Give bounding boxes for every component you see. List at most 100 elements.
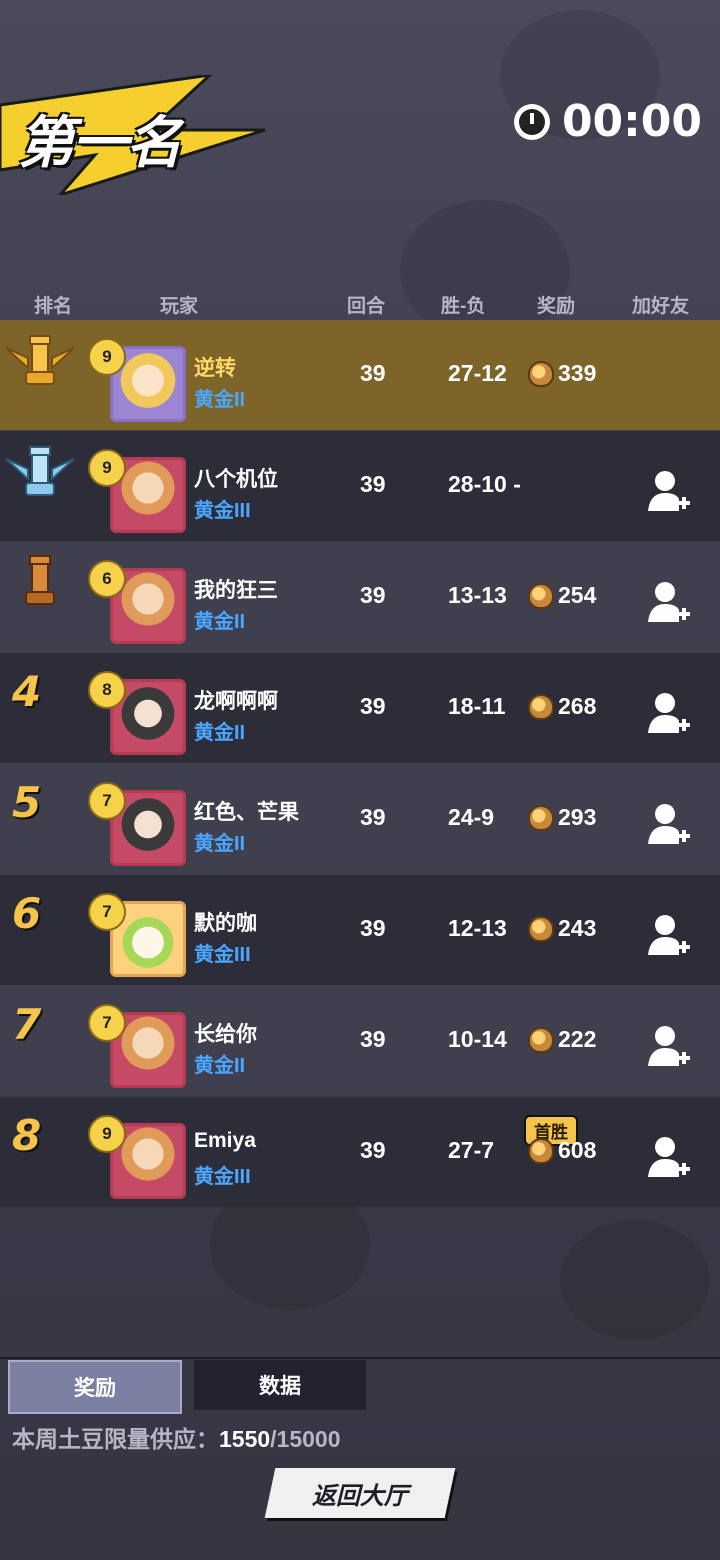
level-badge: 7	[88, 1004, 126, 1042]
rounds-value: 39	[360, 1137, 386, 1163]
header-add-friend: 加好友	[632, 296, 690, 317]
potato-icon	[528, 1026, 554, 1053]
level-badge: 8	[88, 671, 126, 709]
potato-icon	[528, 804, 554, 831]
rounds-value: 39	[360, 1026, 386, 1052]
potato-icon	[528, 360, 554, 387]
timer-text: 00:00	[561, 96, 702, 147]
player-name: 长给你	[194, 1023, 257, 1046]
win-loss-value: 24-9	[448, 804, 495, 830]
potato-icon	[528, 582, 554, 609]
bronze-rook-trophy-icon	[25, 555, 55, 605]
add-friend-icon[interactable]	[646, 578, 692, 624]
table-row[interactable]: 4 8 龙啊啊啊 黄金II 39 18-11 268	[0, 653, 720, 763]
player-tier: 黄金II	[194, 1055, 246, 1077]
player-name: Emiya	[194, 1129, 256, 1152]
player-tier: 黄金III	[194, 500, 251, 522]
player-avatar[interactable]: 9	[88, 449, 188, 533]
add-friend-icon[interactable]	[646, 689, 692, 735]
add-friend-icon[interactable]	[646, 1133, 692, 1179]
potato-supply: 本周土豆限量供应：1550/15000	[12, 1420, 341, 1454]
player-tier: 黄金II	[194, 833, 246, 855]
rank-number: 7	[12, 1000, 42, 1049]
player-avatar[interactable]: 9	[88, 1115, 188, 1199]
win-loss-value: 27-7	[448, 1137, 495, 1163]
page-title: 第一名	[18, 111, 182, 176]
return-lobby-button[interactable]: 返回大厅	[264, 1468, 456, 1518]
rounds-value: 39	[360, 360, 386, 386]
win-loss-value: 12-13	[448, 915, 507, 941]
reward-value: -	[513, 471, 521, 497]
player-avatar[interactable]: 7	[88, 893, 188, 977]
level-badge: 9	[88, 1115, 126, 1153]
header-rank: 排名	[34, 296, 73, 317]
table-row[interactable]: 5 7 红色、芒果 黄金II 39 24-9 293	[0, 764, 720, 874]
potato-icon	[528, 915, 554, 942]
reward-value: 268	[558, 693, 597, 719]
add-friend-icon[interactable]	[646, 1022, 692, 1068]
player-name: 龙啊啊啊	[194, 690, 278, 713]
supply-current: 1550	[219, 1426, 271, 1452]
reward: 243	[528, 915, 596, 942]
player-avatar[interactable]: 8	[88, 671, 188, 755]
win-loss-value: 18-11	[448, 693, 506, 719]
gold-rook-trophy-icon	[5, 335, 75, 385]
player-avatar[interactable]: 7	[88, 1004, 188, 1088]
add-friend-icon[interactable]	[646, 800, 692, 846]
player-name: 八个机位	[194, 468, 278, 491]
reward-value: 293	[558, 804, 597, 830]
reward: 293	[528, 804, 596, 831]
player-name: 我的狂三	[194, 579, 278, 602]
divider	[0, 1357, 720, 1359]
win-loss-value: 28-10 -	[448, 471, 521, 498]
rounds-value: 39	[360, 582, 386, 608]
supply-total: /15000	[270, 1426, 341, 1452]
reward-value: 254	[558, 582, 597, 608]
reward-value: 222	[558, 1026, 597, 1052]
level-badge: 7	[88, 782, 126, 820]
reward: 608	[528, 1137, 596, 1164]
tab-reward[interactable]: 奖励	[8, 1360, 182, 1414]
level-badge: 9	[88, 338, 126, 376]
player-avatar[interactable]: 9	[88, 338, 188, 422]
table-row[interactable]: 9 八个机位 黄金III 39 28-10 -	[0, 431, 720, 541]
add-friend-icon[interactable]	[646, 911, 692, 957]
header-win-loss: 胜-负	[441, 296, 486, 317]
player-tier: 黄金II	[194, 389, 246, 411]
reward: 222	[528, 1026, 596, 1053]
win-loss-value: 10-14	[448, 1026, 507, 1052]
background-decoration	[400, 200, 570, 340]
reward: 339	[528, 360, 596, 387]
potato-icon	[528, 1137, 554, 1164]
player-name: 默的咖	[194, 912, 257, 935]
win-loss-value: 27-12	[448, 360, 507, 386]
table-row[interactable]: 8 9 Emiya 黄金III 39 27-7 首胜 608	[0, 1097, 720, 1207]
player-avatar[interactable]: 7	[88, 782, 188, 866]
return-lobby-label: 返回大厅	[312, 1482, 408, 1510]
player-tier: 黄金II	[194, 611, 246, 633]
reward: 254	[528, 582, 596, 609]
player-name: 逆转	[194, 357, 236, 380]
table-row[interactable]: 6 7 默的咖 黄金III 39 12-13 243	[0, 875, 720, 985]
rounds-value: 39	[360, 471, 386, 497]
table-row[interactable]: 7 7 长给你 黄金II 39 10-14 222	[0, 986, 720, 1096]
player-name: 红色、芒果	[194, 801, 299, 824]
header-rounds: 回合	[347, 296, 386, 317]
rank-number: 8	[12, 1111, 42, 1160]
table-row[interactable]: 6 我的狂三 黄金II 39 13-13 254	[0, 542, 720, 652]
table-row[interactable]: 9 逆转 黄金II 39 27-12 339	[0, 320, 720, 430]
player-tier: 黄金III	[194, 1166, 251, 1188]
column-headers: 排名 玩家 回合 胜-负 奖励 加好友	[0, 291, 720, 319]
rounds-value: 39	[360, 915, 386, 941]
timer: 00:00	[513, 96, 702, 147]
add-friend-icon[interactable]	[646, 467, 692, 513]
player-avatar[interactable]: 6	[88, 560, 188, 644]
background-decoration	[560, 1220, 710, 1340]
player-tier: 黄金II	[194, 722, 246, 744]
rank-number: 5	[12, 778, 42, 827]
rounds-value: 39	[360, 804, 386, 830]
rank-number: 4	[12, 667, 42, 716]
tab-data[interactable]: 数据	[194, 1360, 366, 1410]
level-badge: 7	[88, 893, 126, 931]
reward-value: 243	[558, 915, 597, 941]
